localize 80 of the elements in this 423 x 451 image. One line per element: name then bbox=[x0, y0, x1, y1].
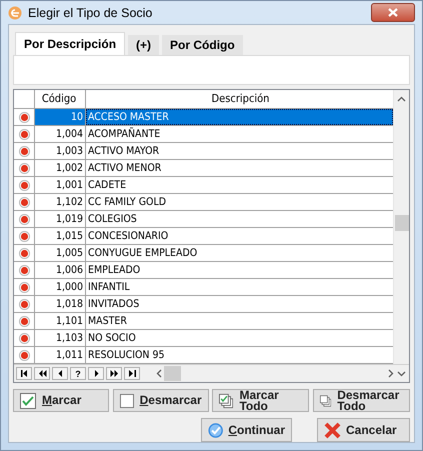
empty-box-icon bbox=[120, 392, 134, 408]
navigator-button[interactable] bbox=[88, 367, 104, 380]
table-cell[interactable]: 1,015 bbox=[35, 228, 86, 244]
table-cell[interactable]: 1,102 bbox=[35, 194, 86, 210]
table-cell[interactable]: 1,004 bbox=[35, 126, 86, 142]
record-dot-icon bbox=[18, 112, 30, 122]
mark-button[interactable]: Desmarcar bbox=[112, 389, 209, 412]
vertical-scrollbar[interactable] bbox=[393, 90, 409, 364]
table-cell[interactable]: 10 bbox=[35, 109, 86, 125]
table-cell[interactable]: 1,002 bbox=[35, 160, 86, 176]
navigator-button[interactable] bbox=[34, 367, 50, 380]
navigator-button[interactable] bbox=[106, 367, 122, 380]
column-header: Descripción bbox=[210, 91, 270, 107]
mark-button[interactable]: Desmarcar Todo bbox=[312, 389, 410, 412]
tab[interactable]: Por Código bbox=[162, 35, 243, 55]
navigator-button[interactable]: ? bbox=[70, 367, 86, 380]
table-cell[interactable]: 1,011 bbox=[35, 347, 86, 363]
close-button[interactable] bbox=[371, 3, 415, 22]
table-cell[interactable]: CONYUGUE EMPLEADO bbox=[86, 245, 393, 261]
table-cell[interactable]: ACCESO MASTER bbox=[86, 109, 393, 125]
table-cell[interactable]: 1,019 bbox=[35, 211, 86, 227]
mark-button[interactable]: Marcar Todo bbox=[212, 389, 310, 412]
table-cell[interactable]: MASTER bbox=[86, 313, 393, 329]
table-cell[interactable]: RESOLUCION 95 bbox=[86, 347, 393, 363]
first-record-icon bbox=[20, 369, 28, 378]
table-cell[interactable]: INFANTIL bbox=[86, 279, 393, 295]
table-cell[interactable]: 1,006 bbox=[35, 262, 86, 278]
table-cell[interactable]: ACTIVO MAYOR bbox=[86, 143, 393, 159]
table-cell[interactable]: EMPLEADO bbox=[86, 262, 393, 278]
record-dot-icon bbox=[18, 282, 30, 292]
navigator-button[interactable] bbox=[124, 367, 140, 380]
mark-button[interactable]: Marcar bbox=[13, 389, 109, 412]
close-icon bbox=[388, 8, 398, 17]
last-record-icon bbox=[128, 369, 136, 378]
record-dot-icon bbox=[18, 128, 30, 140]
table-cell[interactable]: ACOMPAÑANTE bbox=[86, 126, 393, 142]
record-dot-icon bbox=[18, 332, 30, 344]
table-cell[interactable]: 1,101 bbox=[35, 313, 86, 329]
checked-box-icon bbox=[20, 392, 36, 408]
tab[interactable]: (+) bbox=[128, 35, 160, 55]
navigator-button[interactable] bbox=[16, 367, 32, 380]
record-dot-icon bbox=[18, 298, 30, 310]
record-dot-icon bbox=[18, 180, 30, 190]
table-cell[interactable]: CC FAMILY GOLD bbox=[86, 194, 393, 210]
table-cell[interactable]: 1,000 bbox=[35, 279, 86, 295]
table-cell[interactable]: 1,018 bbox=[35, 296, 86, 312]
record-dot-icon bbox=[18, 248, 30, 258]
cancel-button[interactable]: Cancelar bbox=[317, 418, 410, 442]
cross-icon bbox=[324, 422, 341, 438]
table-cell[interactable]: 1,103 bbox=[35, 330, 86, 346]
table-cell[interactable]: CADETE bbox=[86, 177, 393, 193]
table-cell[interactable]: NO SOCIO bbox=[86, 330, 393, 346]
record-dot-icon bbox=[18, 146, 30, 156]
record-dot-icon bbox=[18, 162, 30, 174]
scroll-thumb[interactable] bbox=[164, 366, 181, 381]
scroll-thumb[interactable] bbox=[394, 215, 408, 231]
table-cell[interactable]: ACTIVO MENOR bbox=[86, 160, 393, 176]
table-cell[interactable]: COLEGIOS bbox=[86, 211, 393, 227]
record-dot-icon bbox=[18, 214, 30, 224]
check-circle-icon bbox=[208, 422, 224, 438]
double-left-triangle-icon bbox=[38, 369, 46, 378]
continue-button[interactable]: Continuar bbox=[201, 418, 292, 442]
record-dot-icon bbox=[18, 196, 30, 208]
table-cell[interactable]: CONCESIONARIO bbox=[86, 228, 393, 244]
stacked-empty-boxes-icon bbox=[320, 392, 332, 408]
stacked-checked-boxes-icon bbox=[219, 392, 234, 408]
table-cell[interactable]: INVITADOS bbox=[86, 296, 393, 312]
column-header: Código bbox=[35, 90, 86, 108]
table-cell[interactable]: 1,005 bbox=[35, 245, 86, 261]
app-icon bbox=[8, 6, 22, 20]
navigator-button[interactable] bbox=[52, 367, 68, 380]
record-dot-icon bbox=[18, 316, 30, 326]
record-dot-icon bbox=[18, 230, 30, 242]
record-dot-icon bbox=[18, 350, 30, 360]
record-dot-icon bbox=[18, 264, 30, 276]
window-title: Elegir el Tipo de Socio bbox=[28, 6, 154, 20]
tab[interactable]: Por Descripción bbox=[15, 32, 126, 55]
table-cell[interactable]: 1,001 bbox=[35, 177, 86, 193]
double-right-triangle-icon bbox=[110, 369, 118, 378]
table-cell[interactable]: 1,003 bbox=[35, 143, 86, 159]
